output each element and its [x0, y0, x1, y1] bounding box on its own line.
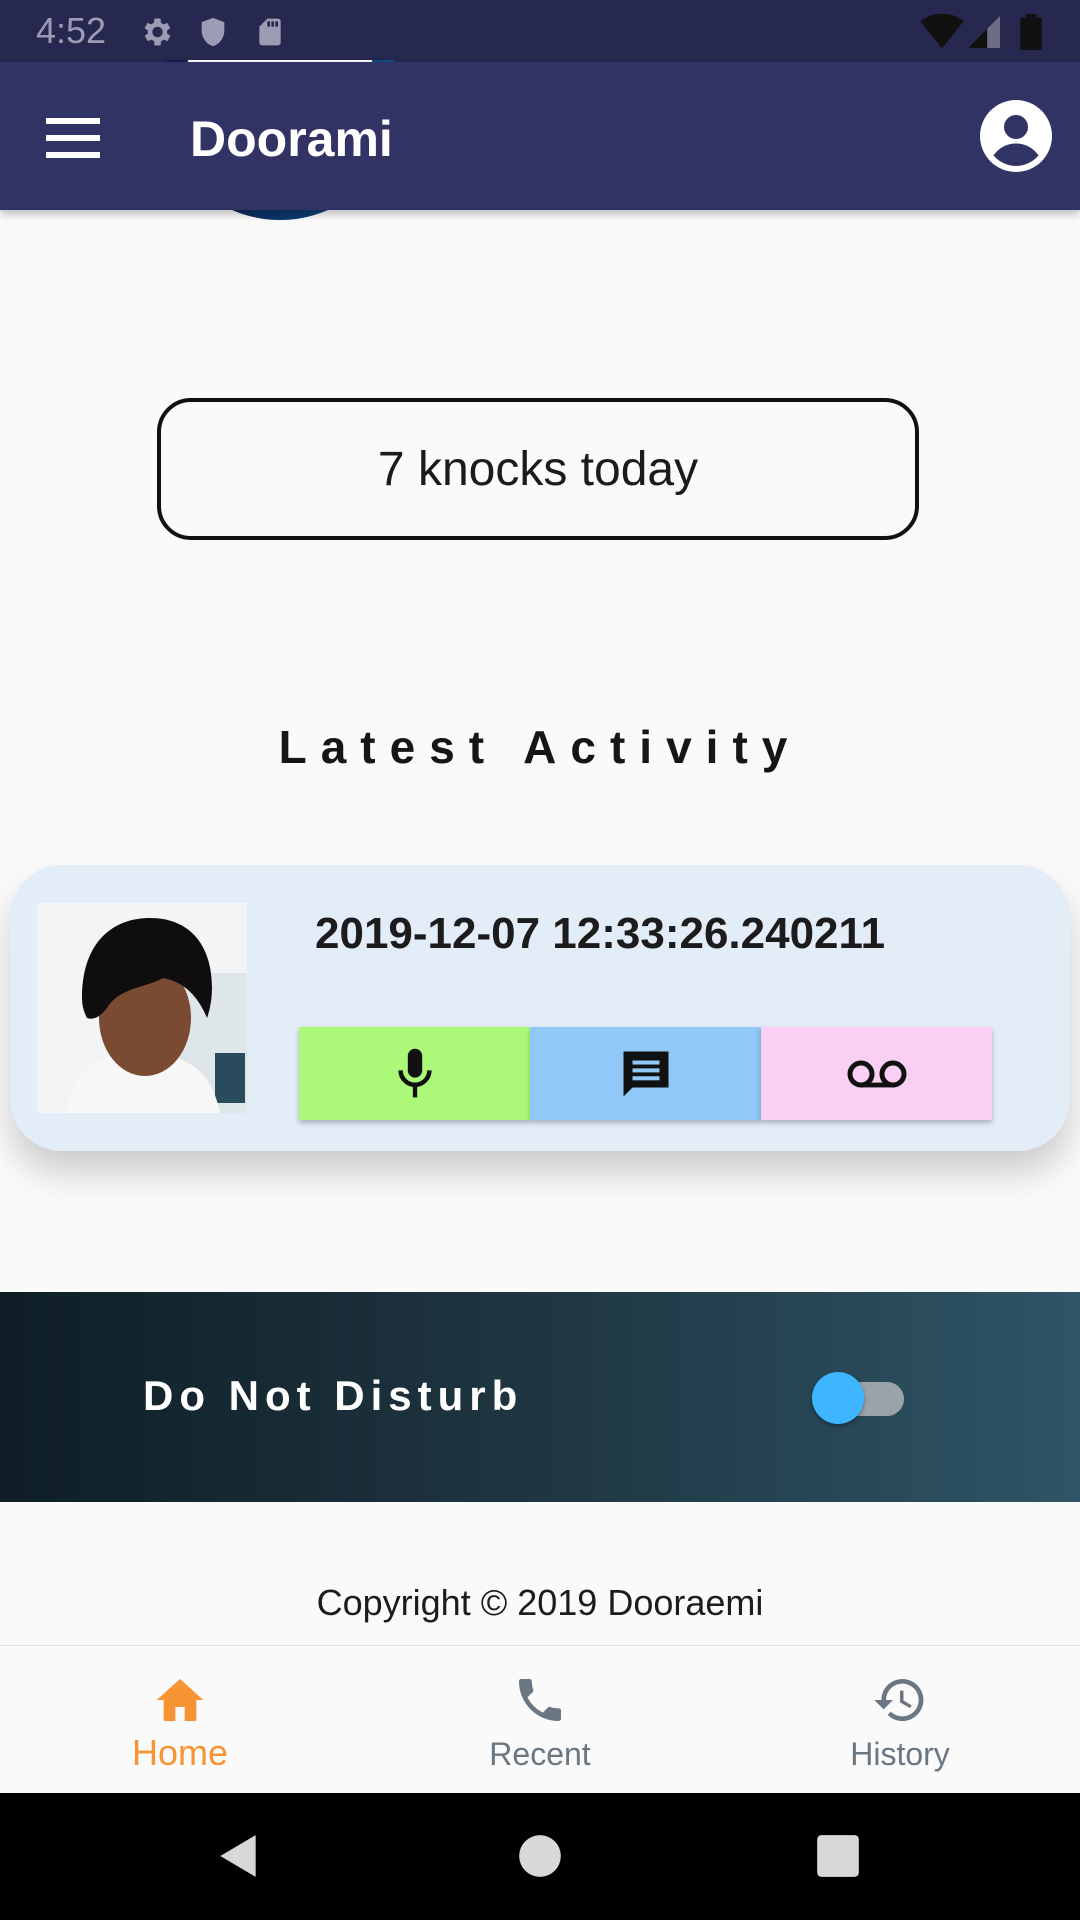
- nav-recent[interactable]: Recent: [360, 1646, 720, 1794]
- do-not-disturb-label: Do Not Disturb: [143, 1372, 524, 1419]
- latest-activity-card[interactable]: 2019-12-07 12:33:26.240211: [10, 865, 1070, 1151]
- nav-recent-label: Recent: [489, 1736, 591, 1772]
- nav-home[interactable]: Home: [0, 1646, 360, 1794]
- home-icon: [156, 1679, 204, 1721]
- sd-card-icon: [259, 18, 281, 46]
- back-icon[interactable]: [214, 1831, 264, 1881]
- recents-square-icon[interactable]: [813, 1831, 863, 1881]
- activity-timestamp: 2019-12-07 12:33:26.240211: [315, 909, 886, 958]
- shield-icon: [201, 17, 225, 47]
- message-icon: [623, 1051, 668, 1096]
- history-icon: [874, 1678, 924, 1721]
- status-bar: 4:52: [0, 0, 1080, 62]
- do-not-disturb-bar: Do Not Disturb: [0, 1292, 1080, 1502]
- mic-icon: [397, 1048, 432, 1097]
- nav-history[interactable]: History: [720, 1646, 1080, 1794]
- do-not-disturb-toggle[interactable]: [812, 1370, 908, 1426]
- status-time: 4:52: [36, 10, 107, 51]
- app-title: Doorami: [190, 111, 393, 167]
- visitor-photo[interactable]: [37, 903, 247, 1113]
- toggle-thumb: [812, 1372, 864, 1424]
- app-bar: Doorami: [0, 62, 1080, 210]
- battery-icon: [1020, 14, 1042, 50]
- knocks-today-counter: 7 knocks today: [157, 398, 919, 540]
- home-circle-icon[interactable]: [515, 1831, 565, 1881]
- settings-icon: [144, 18, 171, 46]
- message-button[interactable]: [530, 1027, 761, 1120]
- system-navigation-bar: [0, 1793, 1080, 1920]
- wifi-icon: [920, 14, 964, 49]
- phone-icon: [519, 1679, 561, 1721]
- account-circle-icon[interactable]: [980, 100, 1052, 172]
- nav-history-label: History: [850, 1736, 950, 1772]
- mic-button[interactable]: [299, 1027, 530, 1120]
- bottom-navigation: Home Recent History: [0, 1645, 1080, 1794]
- menu-icon[interactable]: [46, 116, 100, 160]
- nav-home-label: Home: [131, 1732, 229, 1773]
- signal-icon: [968, 16, 1000, 48]
- copyright-text: Copyright © 2019 Dooraemi: [316, 1582, 764, 1623]
- latest-activity-heading: Latest Activity: [278, 721, 802, 773]
- voicemail-icon: [847, 1060, 906, 1087]
- voicemail-button[interactable]: [761, 1027, 992, 1120]
